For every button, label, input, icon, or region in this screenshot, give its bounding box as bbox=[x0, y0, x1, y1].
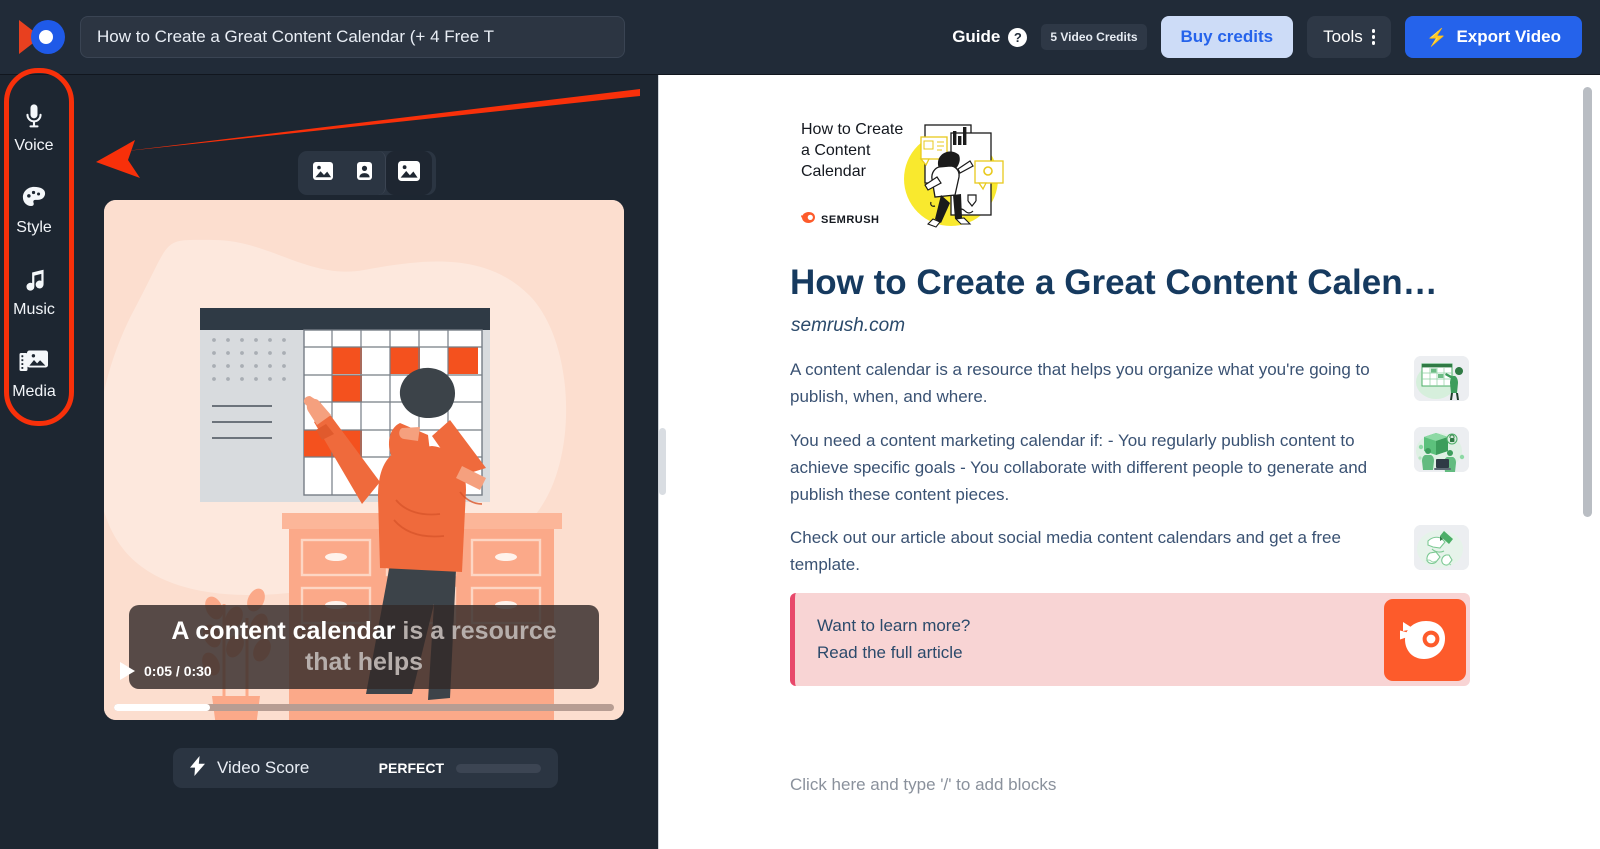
lightning-bolt-icon bbox=[190, 756, 205, 781]
hand-writing-thumb bbox=[1414, 525, 1469, 570]
video-preview[interactable]: A content calendar is a resource that he… bbox=[104, 200, 624, 720]
guide-label: Guide bbox=[952, 27, 1000, 47]
portrait-person-icon bbox=[356, 161, 373, 186]
article-card-brand: SEMRUSH bbox=[801, 211, 880, 229]
video-score-label: Video Score bbox=[217, 758, 309, 778]
sidebar-item-style[interactable]: Style bbox=[1, 169, 67, 251]
video-timeline-scrubber[interactable] bbox=[114, 704, 614, 711]
panel-resize-handle[interactable] bbox=[659, 428, 666, 495]
caption-highlighted-words: A content calendar bbox=[171, 617, 395, 645]
kebab-menu-icon bbox=[1372, 29, 1376, 45]
video-editor-pane: A content calendar is a resource that he… bbox=[68, 75, 658, 849]
image-icon bbox=[312, 161, 334, 186]
sidebar-item-label: Voice bbox=[14, 137, 53, 155]
player-controls: 0:05 / 0:30 bbox=[120, 662, 212, 680]
time-display: 0:05 / 0:30 bbox=[144, 663, 212, 679]
cta-line-1: Want to learn more? bbox=[817, 613, 970, 639]
document-source-url: semrush.com bbox=[791, 315, 905, 337]
document-content: How to Create a Content Calendar SEMRUSH… bbox=[659, 75, 1559, 849]
question-mark-icon: ? bbox=[1008, 28, 1027, 47]
caption-line-1: A content calendar is a resource bbox=[171, 616, 556, 647]
sidebar-item-voice[interactable]: Voice bbox=[1, 87, 67, 169]
media-image-icon bbox=[19, 348, 49, 376]
article-preview-card: How to Create a Content Calendar SEMRUSH bbox=[791, 107, 1053, 247]
paragraph-thumbnail[interactable] bbox=[1414, 427, 1469, 472]
music-note-icon bbox=[20, 266, 48, 294]
top-bar: Guide ? 5 Video Credits Buy credits Tool… bbox=[0, 0, 1600, 75]
caption-line-2: that helps bbox=[305, 647, 423, 678]
play-icon[interactable] bbox=[120, 662, 135, 680]
video-score-value: PERFECT bbox=[379, 760, 444, 776]
sidebar-item-label: Style bbox=[16, 219, 52, 237]
document-paragraph[interactable]: Check out our article about social media… bbox=[790, 525, 1370, 579]
app-logo[interactable] bbox=[14, 13, 70, 61]
cta-line-2[interactable]: Read the full article bbox=[817, 640, 970, 666]
tools-button[interactable]: Tools bbox=[1307, 16, 1391, 58]
palette-icon bbox=[20, 184, 48, 212]
toolbar-image-active-button[interactable] bbox=[386, 151, 432, 195]
classroom-presentation-thumb bbox=[1414, 356, 1469, 401]
timeline-progress bbox=[114, 704, 210, 711]
buy-credits-button[interactable]: Buy credits bbox=[1161, 16, 1294, 58]
empty-block-placeholder[interactable]: Click here and type '/' to add blocks bbox=[790, 775, 1056, 795]
article-card-title: How to Create a Content Calendar bbox=[801, 119, 903, 182]
sidebar-item-label: Media bbox=[12, 383, 56, 401]
tools-label: Tools bbox=[1323, 27, 1363, 47]
guide-button[interactable]: Guide ? bbox=[952, 27, 1027, 47]
article-card-brand-label: SEMRUSH bbox=[821, 214, 880, 226]
document-heading[interactable]: How to Create a Great Content Calen… bbox=[790, 263, 1490, 303]
image-filled-icon bbox=[397, 160, 421, 187]
sidebar-item-label: Music bbox=[13, 301, 55, 319]
play-logo-icon bbox=[19, 20, 65, 54]
video-score-bar[interactable]: Video Score PERFECT bbox=[173, 748, 558, 788]
video-credits-badge: 5 Video Credits bbox=[1041, 24, 1146, 50]
video-score-meter bbox=[456, 764, 541, 773]
paragraph-thumbnail[interactable] bbox=[1414, 525, 1469, 570]
cta-text: Want to learn more? Read the full articl… bbox=[817, 613, 970, 666]
toolbar-portrait-button[interactable] bbox=[344, 151, 386, 195]
caption-dim-words: is a resource bbox=[395, 617, 556, 645]
top-bar-actions: Guide ? 5 Video Credits Buy credits Tool… bbox=[952, 16, 1582, 58]
document-scrollbar[interactable] bbox=[1583, 87, 1592, 517]
document-paragraph[interactable]: A content calendar is a resource that he… bbox=[790, 357, 1370, 411]
slide-media-toolbar bbox=[298, 151, 436, 195]
app-window: Guide ? 5 Video Credits Buy credits Tool… bbox=[0, 0, 1600, 849]
cta-block[interactable]: Want to learn more? Read the full articl… bbox=[790, 593, 1470, 686]
left-sidebar: Voice Style Music bbox=[0, 75, 68, 849]
sidebar-item-music[interactable]: Music bbox=[1, 251, 67, 333]
export-video-label: Export Video bbox=[1456, 27, 1561, 47]
team-collaboration-thumb bbox=[1414, 427, 1469, 472]
document-pane: How to Create a Content Calendar SEMRUSH… bbox=[658, 75, 1600, 849]
project-title-input[interactable] bbox=[80, 16, 625, 58]
semrush-logo-icon bbox=[801, 211, 816, 229]
paragraph-thumbnail[interactable] bbox=[1414, 356, 1469, 401]
toolbar-image-button[interactable] bbox=[302, 151, 344, 195]
document-paragraph[interactable]: You need a content marketing calendar if… bbox=[790, 428, 1370, 509]
microphone-icon bbox=[20, 102, 48, 130]
export-video-button[interactable]: ⚡ Export Video bbox=[1405, 16, 1582, 58]
semrush-mark-icon bbox=[1384, 599, 1466, 681]
lightning-bolt-icon: ⚡ bbox=[1426, 29, 1447, 46]
sidebar-item-media[interactable]: Media bbox=[1, 333, 67, 415]
